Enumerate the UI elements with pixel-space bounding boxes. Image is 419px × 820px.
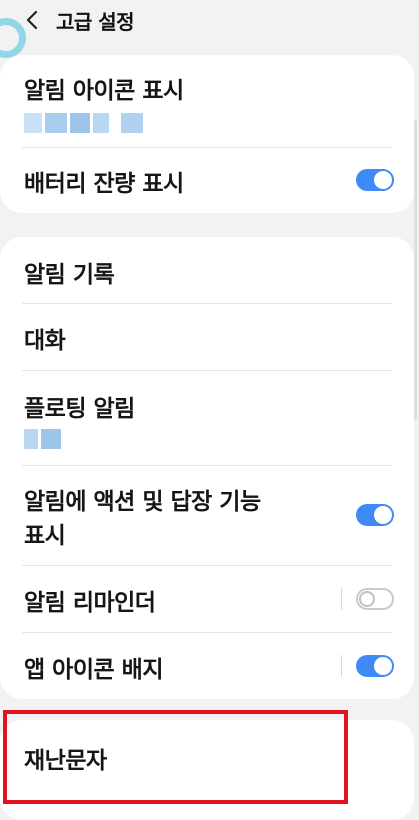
- setting-label: 알림 아이콘 표시: [24, 78, 184, 104]
- setting-notification-reminder[interactable]: 알림 리마인더: [0, 566, 414, 632]
- setting-notification-icons[interactable]: 알림 아이콘 표시: [0, 55, 414, 147]
- setting-actions-and-replies[interactable]: 알림에 액션 및 답장 기능 표시: [0, 466, 414, 565]
- vertical-separator: [341, 588, 342, 610]
- back-button[interactable]: [20, 6, 44, 34]
- blurred-subtext: [24, 429, 61, 449]
- setting-label: 알림 기록: [24, 262, 115, 288]
- setting-app-icon-badges[interactable]: 앱 아이콘 배지: [0, 633, 414, 699]
- setting-label: 대화: [24, 328, 66, 354]
- vertical-separator: [341, 655, 342, 677]
- setting-notification-history[interactable]: 알림 기록: [0, 237, 414, 303]
- setting-conversations[interactable]: 대화: [0, 304, 414, 370]
- setting-label: 플로팅 알림: [24, 396, 135, 422]
- setting-floating-notifications[interactable]: 플로팅 알림: [0, 371, 414, 465]
- battery-toggle[interactable]: [356, 169, 394, 191]
- settings-card-display: 알림 아이콘 표시 배터리 잔량 표시: [0, 55, 414, 213]
- scrollbar[interactable]: [414, 120, 417, 420]
- setting-label: 배터리 잔량 표시: [24, 171, 184, 197]
- setting-battery-level[interactable]: 배터리 잔량 표시: [0, 148, 414, 213]
- actions-toggle[interactable]: [356, 504, 394, 526]
- chevron-left-icon: [26, 10, 38, 30]
- setting-label: 앱 아이콘 배지: [24, 657, 163, 683]
- page-title: 고급 설정: [56, 10, 135, 34]
- settings-card-notifications: 알림 기록 대화 플로팅 알림 알림에 액션 및 답장 기능 표시 알림 리마인…: [0, 237, 414, 699]
- top-app-bar: 고급 설정: [0, 0, 419, 44]
- badge-toggle[interactable]: [356, 655, 394, 677]
- setting-label: 알림 리마인더: [24, 590, 156, 616]
- setting-label-line1: 알림에 액션 및 답장 기능: [24, 489, 261, 515]
- setting-label-line2: 표시: [24, 523, 66, 549]
- highlight-box: [3, 710, 348, 804]
- reminder-toggle[interactable]: [356, 588, 394, 610]
- blurred-subtext: [24, 113, 143, 133]
